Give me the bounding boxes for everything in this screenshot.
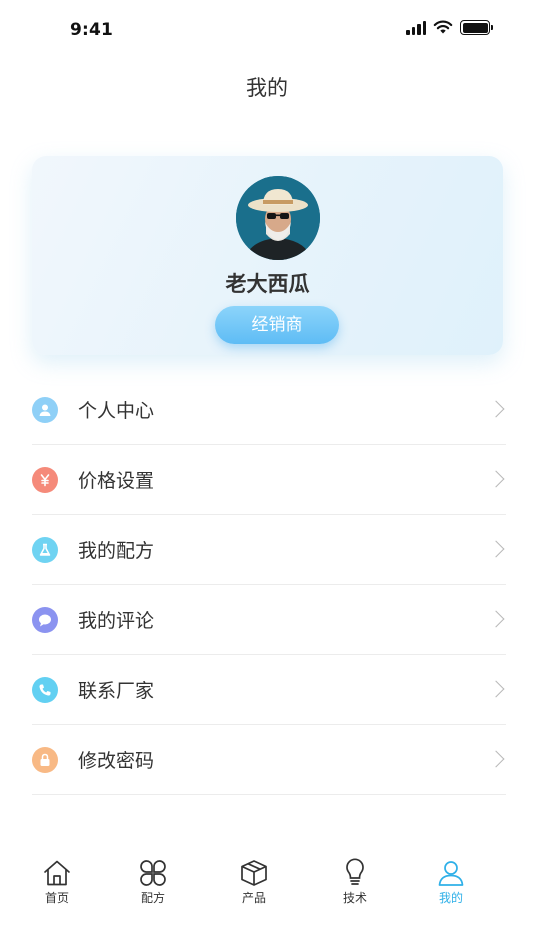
status-icons [406,20,493,35]
menu-item-label: 价格设置 [78,470,155,492]
cellular-signal-icon [406,20,426,35]
profile-name: 老大西瓜 [225,272,310,296]
menu-item-change-password[interactable]: 修改密码 [32,725,506,795]
tab-label: 首页 [44,891,69,905]
flask-icon [32,536,58,563]
menu-item-label: 联系厂家 [78,680,155,702]
menu-item-label: 修改密码 [78,750,155,772]
tab-tech[interactable]: 技术 [325,850,385,906]
wifi-icon [433,20,453,34]
profile-card: 老大西瓜 经销商 [32,156,503,355]
tab-bar: 首页 配方 产品 技术 我的 [0,850,534,920]
page-title: 我的 [246,76,288,100]
menu-item-my-comments[interactable]: 我的评论 [32,585,506,655]
phone-icon [32,676,58,703]
avatar[interactable] [236,176,320,260]
chat-bubble-icon [32,606,58,633]
menu-item-price-settings[interactable]: 价格设置 [32,445,506,515]
menu-item-my-formula[interactable]: 我的配方 [32,515,506,585]
menu-item-label: 我的配方 [78,540,155,562]
tab-mine[interactable]: 我的 [421,850,481,906]
chevron-right-icon [487,610,505,627]
menu-list: 个人中心 价格设置 我的配方 我的评论 联系厂家 修改密码 [32,375,506,795]
tab-label: 配方 [140,891,165,905]
clover-icon [140,860,166,886]
person-outline-icon [438,861,464,886]
box-icon [241,860,267,886]
menu-item-contact-manufacturer[interactable]: 联系厂家 [32,655,506,725]
lightbulb-icon [346,858,364,885]
menu-item-label: 我的评论 [78,610,155,632]
status-bar: 9:41 [0,0,534,60]
tab-home[interactable]: 首页 [27,850,87,906]
status-time: 9:41 [70,20,114,40]
battery-icon [460,20,493,35]
yuan-icon [32,466,58,493]
chevron-right-icon [487,540,505,557]
lock-icon [32,746,58,773]
tab-products[interactable]: 产品 [224,850,284,906]
role-badge[interactable]: 经销商 [215,306,339,344]
chevron-right-icon [487,470,505,487]
menu-item-personal-center[interactable]: 个人中心 [32,375,506,445]
chevron-right-icon [487,750,505,767]
chevron-right-icon [487,680,505,697]
chevron-right-icon [487,400,505,417]
tab-label: 技术 [342,891,367,905]
menu-item-label: 个人中心 [78,400,155,422]
avatar-photo [236,176,320,260]
person-icon [32,396,58,423]
tab-label: 产品 [241,891,266,905]
battery-level [462,22,488,33]
home-icon [44,860,70,886]
tab-formula[interactable]: 配方 [123,850,183,906]
tab-label: 我的 [438,891,463,905]
